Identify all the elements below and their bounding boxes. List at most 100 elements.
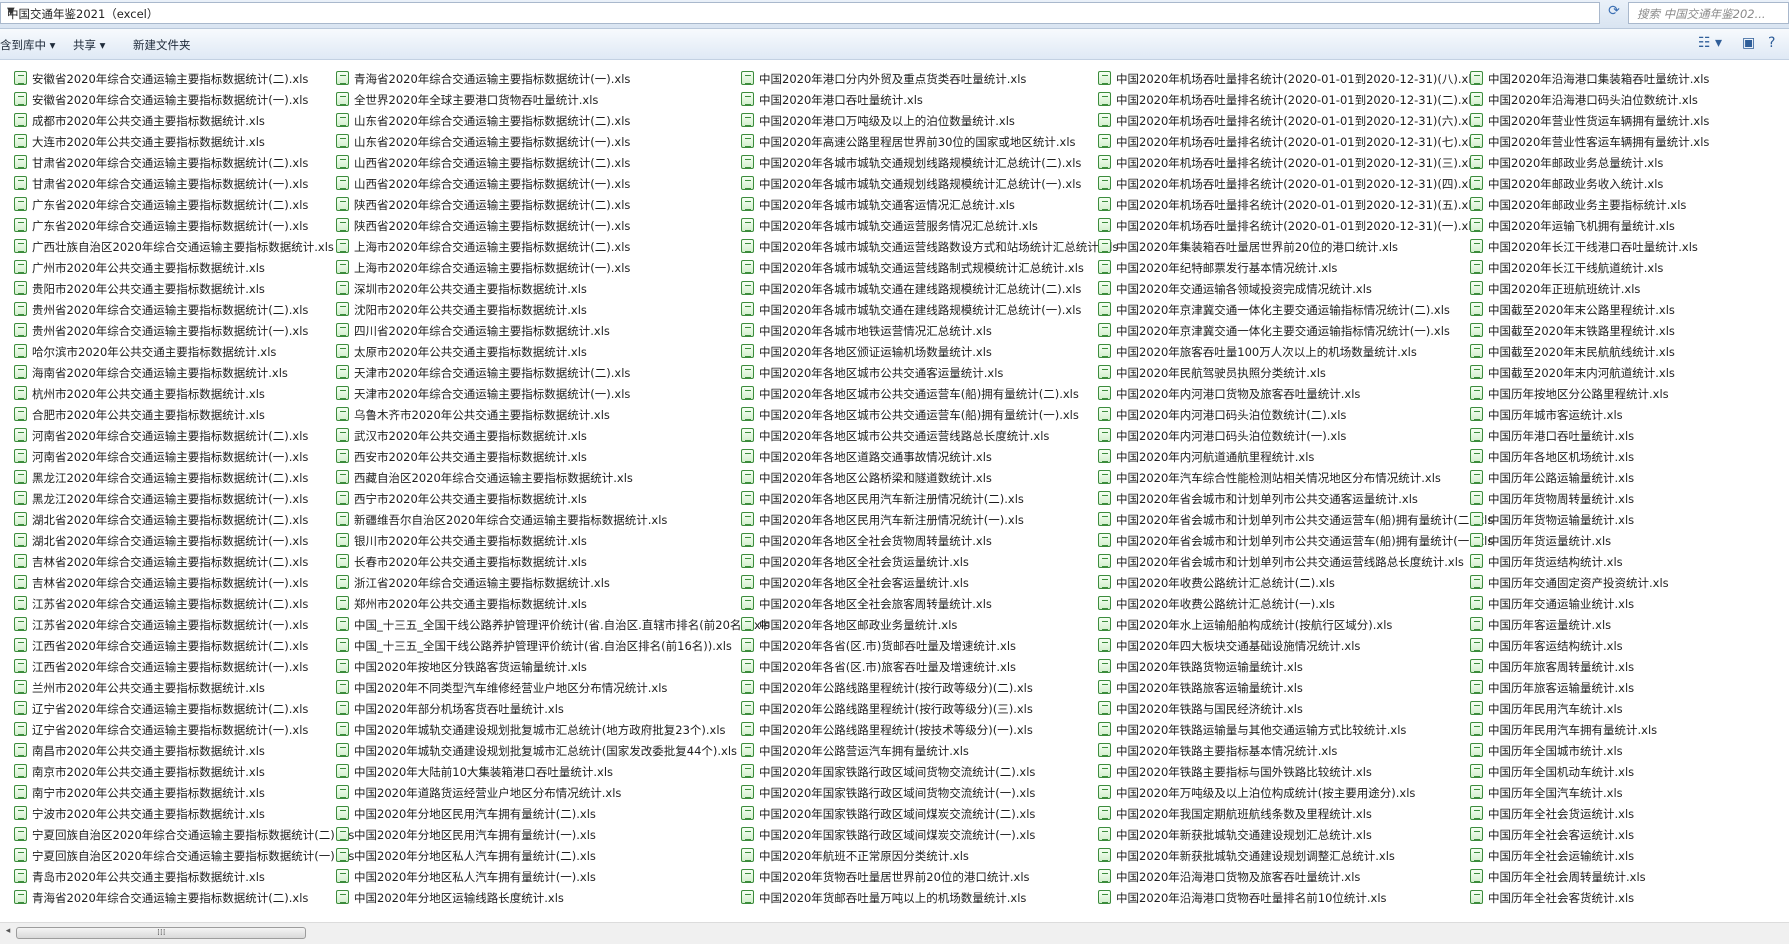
excel-file-icon bbox=[1098, 134, 1111, 148]
excel-file-icon bbox=[1470, 533, 1483, 547]
horizontal-scrollbar[interactable]: ◂ ⁞⁞⁞ bbox=[0, 922, 1789, 944]
excel-file-icon bbox=[14, 722, 27, 736]
share-button[interactable]: 共享 ▾ bbox=[73, 37, 105, 53]
excel-file-icon bbox=[14, 869, 27, 883]
file-name: 中国2020年水上运输船舶构成统计(按航行区域分).xls bbox=[1116, 618, 1393, 632]
excel-file-icon bbox=[741, 113, 754, 127]
file-name: 中国2020年城轨交通建设规划批复城市汇总统计(地方政府批复23个).xls bbox=[354, 723, 726, 737]
file-name: 中国2020年各城市城轨交通运营线路数设方式和站场统计汇总统计.xls bbox=[759, 240, 1119, 254]
excel-file-icon bbox=[14, 827, 27, 841]
excel-file-icon bbox=[1098, 617, 1111, 631]
excel-file-icon bbox=[1470, 701, 1483, 715]
excel-file-icon bbox=[741, 785, 754, 799]
file-name: 南京市2020年公共交通主要指标数据统计.xls bbox=[32, 765, 265, 779]
file-name: 中国2020年交通运输各领域投资完成情况统计.xls bbox=[1116, 282, 1372, 296]
preview-pane-icon[interactable]: ▣ bbox=[1742, 35, 1755, 51]
file-name: 河南省2020年综合交通运输主要指标数据统计(一).xls bbox=[32, 450, 309, 464]
excel-file-icon bbox=[14, 785, 27, 799]
file-name: 山东省2020年综合交通运输主要指标数据统计(一).xls bbox=[354, 135, 631, 149]
file-name: 中国2020年机场吞吐量排名统计(2020-01-01到2020-12-31)(… bbox=[1116, 93, 1478, 107]
file-name: 陕西省2020年综合交通运输主要指标数据统计(二).xls bbox=[354, 198, 631, 212]
file-name: 中国2020年机场吞吐量排名统计(2020-01-01到2020-12-31)(… bbox=[1116, 219, 1478, 233]
excel-file-icon bbox=[14, 407, 27, 421]
file-name: 中国2020年机场吞吐量排名统计(2020-01-01到2020-12-31)(… bbox=[1116, 177, 1478, 191]
excel-file-icon bbox=[1098, 869, 1111, 883]
scroll-left-icon[interactable]: ◂ bbox=[2, 926, 14, 940]
file-name: 中国2020年各城市城轨交通规划线路规模统计汇总统计(二).xls bbox=[759, 156, 1082, 170]
excel-file-icon bbox=[336, 827, 349, 841]
file-name: 中国历年旅客周转量统计.xls bbox=[1488, 660, 1635, 674]
excel-file-icon bbox=[741, 386, 754, 400]
include-in-library-button[interactable]: 含到库中 ▾ bbox=[0, 37, 55, 53]
excel-file-icon bbox=[1098, 491, 1111, 505]
file-name: 中国历年客运结构统计.xls bbox=[1488, 639, 1623, 653]
address-path-field[interactable]: 中国交通年鉴2021（excel） ▼ bbox=[0, 2, 1600, 24]
file-name: 中国2020年国家铁路行政区域间货物交流统计(一).xls bbox=[759, 786, 1036, 800]
refresh-icon[interactable]: ⟳ bbox=[1603, 3, 1625, 23]
file-name: 贵州省2020年综合交通运输主要指标数据统计(一).xls bbox=[32, 324, 309, 338]
excel-file-icon bbox=[1098, 71, 1111, 85]
file-name: 中国历年民用汽车拥有量统计.xls bbox=[1488, 723, 1658, 737]
excel-file-icon bbox=[1098, 533, 1111, 547]
excel-file-icon bbox=[741, 260, 754, 274]
excel-file-icon bbox=[1098, 302, 1111, 316]
excel-file-icon bbox=[336, 806, 349, 820]
excel-file-icon bbox=[741, 512, 754, 526]
help-icon[interactable]: ? bbox=[1768, 35, 1775, 51]
excel-file-icon bbox=[1470, 806, 1483, 820]
new-folder-button[interactable]: 新建文件夹 bbox=[133, 37, 191, 53]
excel-file-icon bbox=[336, 113, 349, 127]
excel-file-icon bbox=[1098, 806, 1111, 820]
excel-file-icon bbox=[1098, 596, 1111, 610]
address-path-text: 中国交通年鉴2021（excel） bbox=[7, 7, 159, 21]
excel-file-icon bbox=[1098, 344, 1111, 358]
excel-file-icon bbox=[336, 134, 349, 148]
file-name: 南宁市2020年公共交通主要指标数据统计.xls bbox=[32, 786, 265, 800]
excel-file-icon bbox=[741, 680, 754, 694]
file-name: 中国2020年国家铁路行政区域间货物交流统计(二).xls bbox=[759, 765, 1036, 779]
file-name: 中国2020年各城市城轨交通在建线路规模统计汇总统计(二).xls bbox=[759, 282, 1082, 296]
file-name: 中国2020年各地区邮政业务量统计.xls bbox=[759, 618, 958, 632]
file-name: 山西省2020年综合交通运输主要指标数据统计(一).xls bbox=[354, 177, 631, 191]
file-name: 中国2020年我国定期航班航线条数及里程统计.xls bbox=[1116, 807, 1372, 821]
file-name: 中国2020年沿海港口货物吞吐量排名前10位统计.xls bbox=[1116, 891, 1387, 905]
search-placeholder: 搜索 中国交通年鉴202... bbox=[1637, 7, 1766, 21]
excel-file-icon bbox=[336, 323, 349, 337]
file-name: 中国2020年省会城市和计划单列市公共交通客运量统计.xls bbox=[1116, 492, 1418, 506]
excel-file-icon bbox=[336, 848, 349, 862]
file-name: 沈阳市2020年公共交通主要指标数据统计.xls bbox=[354, 303, 587, 317]
file-name: 青海省2020年综合交通运输主要指标数据统计(二).xls bbox=[32, 891, 309, 905]
file-name: 中国历年各地区机场统计.xls bbox=[1488, 450, 1635, 464]
chevron-down-icon[interactable]: ▼ bbox=[7, 6, 15, 17]
file-name: 中国2020年邮政业务收入统计.xls bbox=[1488, 177, 1664, 191]
excel-file-icon bbox=[1098, 890, 1111, 904]
excel-file-icon bbox=[14, 386, 27, 400]
excel-file-icon bbox=[1470, 743, 1483, 757]
view-options-icon[interactable]: ☷ ▾ bbox=[1698, 35, 1722, 51]
file-name: 中国2020年省会城市和计划单列市公共交通运营车(船)拥有量统计(一).xls bbox=[1116, 534, 1494, 548]
file-name: 中国2020年省会城市和计划单列市公共交通运营车(船)拥有量统计(二).xls bbox=[1116, 513, 1494, 527]
file-name: 中国2020年铁路主要指标基本情况统计.xls bbox=[1116, 744, 1338, 758]
file-name: 中国2020年各省(区.市)旅客吞吐量及增速统计.xls bbox=[759, 660, 1017, 674]
file-name: 南昌市2020年公共交通主要指标数据统计.xls bbox=[32, 744, 265, 758]
file-name: 湖北省2020年综合交通运输主要指标数据统计(二).xls bbox=[32, 513, 309, 527]
file-name: 中国2020年高速公路里程居世界前30位的国家或地区统计.xls bbox=[759, 135, 1076, 149]
file-name: 中国2020年运输飞机拥有量统计.xls bbox=[1488, 219, 1675, 233]
excel-file-icon bbox=[336, 92, 349, 106]
excel-file-icon bbox=[741, 218, 754, 232]
excel-file-icon bbox=[14, 365, 27, 379]
file-name: 中国2020年收费公路统计汇总统计(一).xls bbox=[1116, 597, 1335, 611]
excel-file-icon bbox=[741, 428, 754, 442]
excel-file-icon bbox=[14, 638, 27, 652]
excel-file-icon bbox=[336, 869, 349, 883]
search-input[interactable]: 搜索 中国交通年鉴202... bbox=[1628, 2, 1789, 24]
excel-file-icon bbox=[336, 701, 349, 715]
excel-file-icon bbox=[1470, 260, 1483, 274]
excel-file-icon bbox=[741, 701, 754, 715]
file-name: 武汉市2020年公共交通主要指标数据统计.xls bbox=[354, 429, 587, 443]
excel-file-icon bbox=[1470, 428, 1483, 442]
file-name: 中国2020年各城市城轨交通运营服务情况汇总统计.xls bbox=[759, 219, 1038, 233]
excel-file-icon bbox=[1098, 365, 1111, 379]
file-name: 江苏省2020年综合交通运输主要指标数据统计(一).xls bbox=[32, 618, 309, 632]
scrollbar-thumb[interactable]: ⁞⁞⁞ bbox=[16, 927, 306, 939]
